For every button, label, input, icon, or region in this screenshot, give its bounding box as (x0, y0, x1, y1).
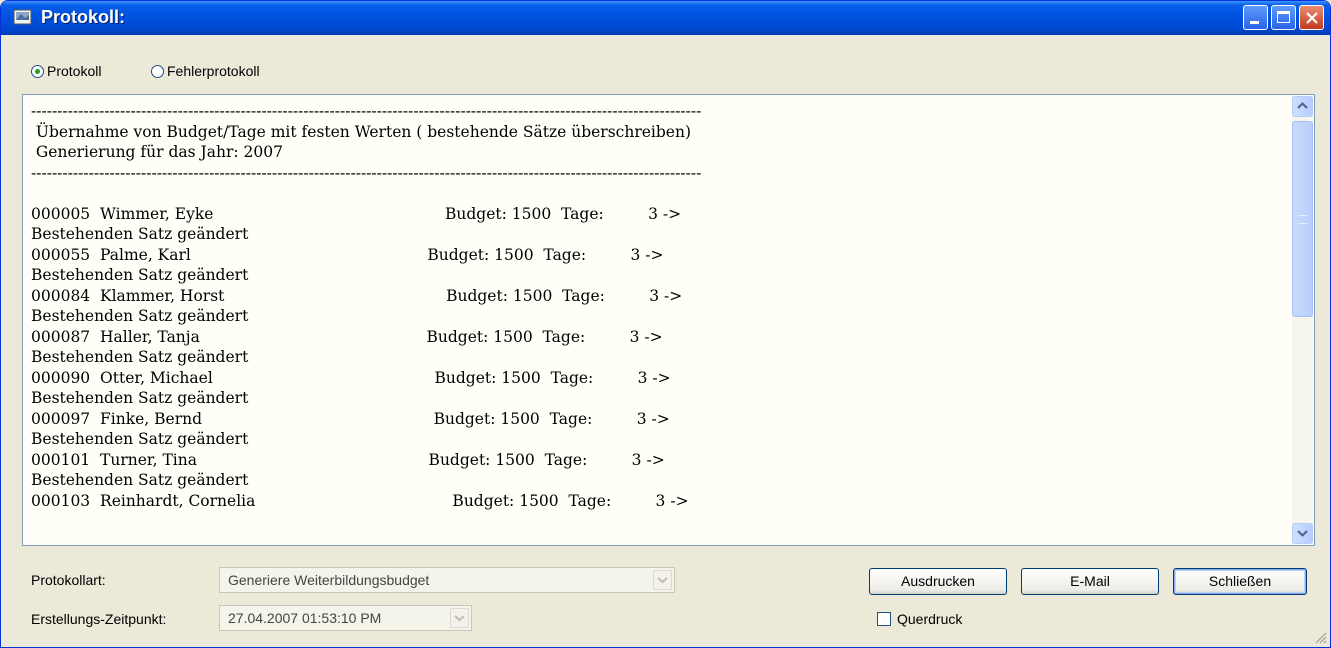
close-window-button[interactable] (1299, 5, 1324, 30)
window-title: Protokoll: (41, 7, 125, 27)
protokoll-window: Protokoll: Protokoll Fehlerprotokoll ---… (0, 0, 1331, 648)
log-line: 000103 Reinhardt, Cornelia Budget: 1500 … (31, 491, 689, 510)
log-line: ----------------------------------------… (31, 102, 702, 120)
close-icon (1306, 12, 1318, 24)
chevron-down-icon (454, 615, 465, 622)
log-line: Bestehenden Satz geändert (31, 266, 249, 284)
radio-fehlerprotokoll-label: Fehlerprotokoll (167, 63, 260, 79)
log-line: Bestehenden Satz geändert (31, 348, 249, 366)
minimize-icon (1250, 21, 1259, 24)
dropdown-arrow-button[interactable] (450, 608, 469, 628)
print-button[interactable]: Ausdrucken (869, 568, 1007, 595)
zeitpunkt-select[interactable]: 27.04.2007 01:53:10 PM (219, 605, 472, 631)
email-button[interactable]: E-Mail (1021, 568, 1159, 595)
log-line: 000084 Klammer, Horst Budget: 1500 Tage:… (31, 286, 683, 305)
querdruck-label: Querdruck (897, 611, 963, 627)
log-line: Bestehenden Satz geändert (31, 307, 249, 325)
log-line: Generierung für das Jahr: 2007 (31, 143, 283, 161)
protokollart-select[interactable]: Generiere Weiterbildungsbudget (219, 567, 675, 593)
log-line: 000087 Haller, Tanja Budget: 1500 Tage: … (31, 327, 663, 346)
protokollart-value: Generiere Weiterbildungsbudget (228, 572, 430, 588)
vertical-scrollbar[interactable] (1292, 96, 1313, 544)
minimize-button[interactable] (1243, 5, 1268, 30)
log-line: Bestehenden Satz geändert (31, 225, 249, 243)
scroll-down-button[interactable] (1292, 523, 1313, 544)
log-line: 000005 Wimmer, Eyke Budget: 1500 Tage: 3… (31, 204, 682, 223)
log-text-area[interactable]: ----------------------------------------… (22, 94, 1315, 546)
scroll-up-button[interactable] (1292, 96, 1313, 117)
log-content: ----------------------------------------… (31, 101, 701, 511)
chevron-up-icon (1297, 102, 1308, 109)
zeitpunkt-label: Erstellungs-Zeitpunkt: (31, 611, 167, 627)
radio-protokoll[interactable]: Protokoll (31, 63, 101, 79)
scroll-thumb[interactable] (1292, 121, 1313, 317)
log-line: Übernahme von Budget/Tage mit festen Wer… (31, 122, 691, 141)
maximize-button[interactable] (1271, 5, 1296, 30)
protokollart-label: Protokollart: (31, 572, 106, 588)
log-line: 000101 Turner, Tina Budget: 1500 Tage: 3… (31, 450, 665, 469)
radio-checked-icon (31, 64, 44, 78)
radio-protokoll-label: Protokoll (47, 63, 102, 79)
log-line: Bestehenden Satz geändert (31, 471, 249, 489)
zeitpunkt-value: 27.04.2007 01:53:10 PM (228, 610, 382, 626)
log-line: ----------------------------------------… (31, 163, 702, 182)
log-line: 000097 Finke, Bernd Budget: 1500 Tage: 3… (31, 409, 670, 428)
log-line: 000090 Otter, Michael Budget: 1500 Tage:… (31, 368, 671, 387)
chevron-down-icon (1297, 530, 1308, 537)
maximize-icon (1277, 11, 1290, 23)
querdruck-checkbox[interactable] (877, 612, 891, 626)
grip-icon (1299, 215, 1307, 224)
title-bar[interactable]: Protokoll: (1, 1, 1330, 35)
chevron-down-icon (657, 577, 668, 584)
resize-grip-icon[interactable] (1313, 630, 1327, 644)
radio-unchecked-icon (151, 64, 164, 78)
log-line: Bestehenden Satz geändert (31, 430, 249, 448)
dropdown-arrow-button[interactable] (653, 570, 672, 590)
radio-fehlerprotokoll[interactable]: Fehlerprotokoll (151, 63, 260, 79)
close-button[interactable]: Schließen (1173, 568, 1307, 595)
log-line: Bestehenden Satz geändert (31, 389, 249, 407)
app-icon (13, 9, 32, 25)
log-line: 000055 Palme, Karl Budget: 1500 Tage: 3 … (31, 245, 664, 264)
